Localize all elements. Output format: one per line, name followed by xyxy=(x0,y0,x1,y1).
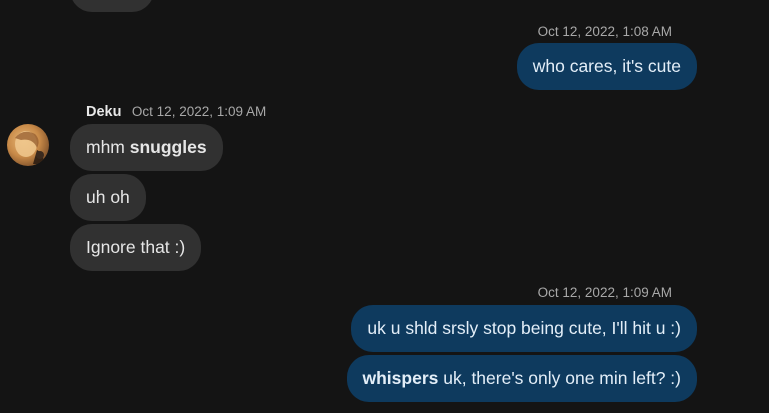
message-timestamp: Oct 12, 2022, 1:09 AM xyxy=(537,285,672,300)
message-bubble-outgoing[interactable]: uk u shld srsly stop being cute, I'll hi… xyxy=(351,305,697,352)
message-text: who cares, it's cute xyxy=(532,56,681,76)
avatar-image xyxy=(15,131,44,164)
message-text: uh oh xyxy=(86,187,130,207)
message-text: uk u shld srsly stop being cute, I'll hi… xyxy=(367,318,681,338)
message-text-bold: snuggles xyxy=(129,137,207,157)
sender-header: Deku Oct 12, 2022, 1:09 AM xyxy=(86,103,266,121)
message-bubble-incoming[interactable]: uh oh xyxy=(70,174,146,221)
chat-thread: Oct 12, 2022, 1:08 AM who cares, it's cu… xyxy=(0,0,769,413)
sender-name[interactable]: Deku xyxy=(86,104,121,120)
message-timestamp: Oct 12, 2022, 1:09 AM xyxy=(131,104,267,119)
message-text: uk, there's only one min left? :) xyxy=(438,368,681,388)
message-bubble-incoming[interactable]: Ignore that :) xyxy=(70,224,202,271)
avatar[interactable] xyxy=(7,124,49,166)
message-text: Ignore that :) xyxy=(86,237,186,257)
message-bubble-outgoing[interactable]: who cares, it's cute xyxy=(516,43,697,90)
message-bubble-incoming[interactable]: mhm snuggles xyxy=(70,124,223,171)
message-bubble-partial[interactable] xyxy=(70,0,154,12)
message-timestamp: Oct 12, 2022, 1:08 AM xyxy=(537,24,672,39)
message-bubble-outgoing[interactable]: whispers uk, there's only one min left? … xyxy=(346,355,697,402)
message-text: mhm xyxy=(86,137,130,157)
message-text-bold: whispers xyxy=(362,368,439,388)
